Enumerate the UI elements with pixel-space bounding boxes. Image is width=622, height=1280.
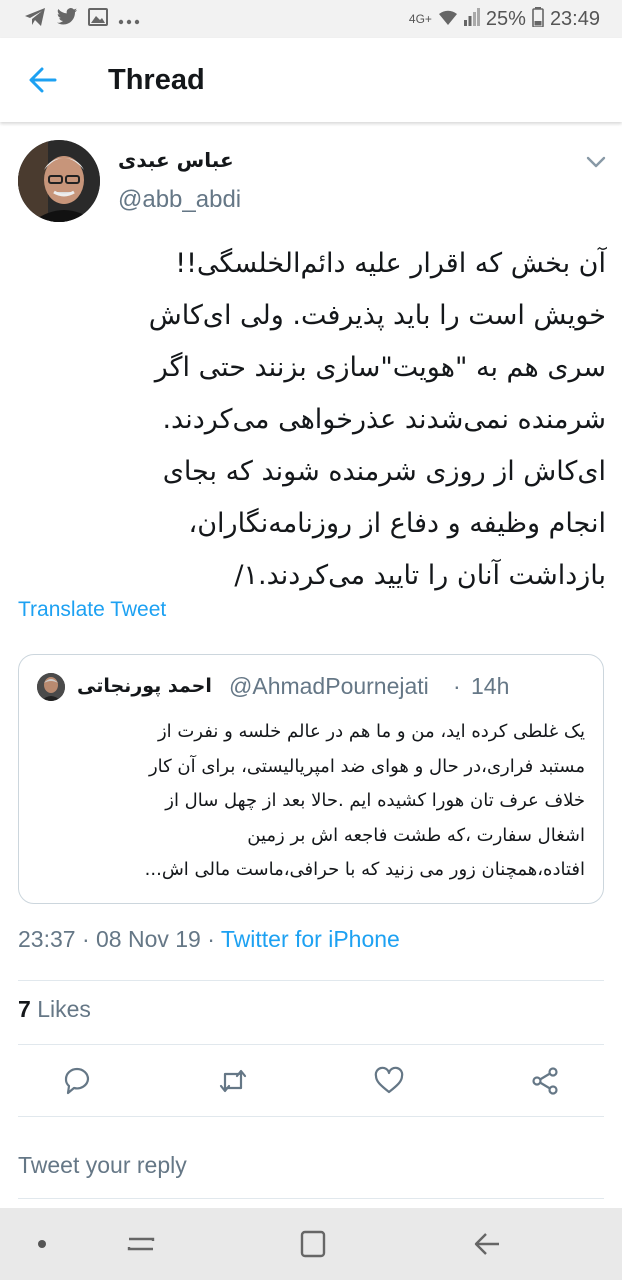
- dot-icon: [38, 1240, 46, 1248]
- translate-tweet-link[interactable]: Translate Tweet: [18, 598, 166, 622]
- author-name[interactable]: عباس عبدی: [118, 148, 238, 172]
- telegram-icon: [24, 7, 46, 31]
- likes-count[interactable]: 7 Likes: [18, 996, 91, 1023]
- tweet-line: انجام وظیفه و دفاع از روزنامه‌نگاران،: [188, 508, 607, 539]
- tweet-meta: 23:37 · 08 Nov 19 · Twitter for iPhone: [18, 926, 400, 953]
- back-nav-icon: [474, 1233, 499, 1255]
- quoted-line: افتاده،همچنان زور می زنید که با حرافی،ما…: [144, 859, 585, 880]
- home-button[interactable]: [298, 1230, 328, 1258]
- divider: [18, 1116, 604, 1117]
- battery-percent: 25%: [485, 7, 526, 30]
- reply-icon: [64, 1067, 90, 1095]
- home-icon: [300, 1230, 326, 1258]
- twitter-icon: [56, 7, 78, 31]
- like-icon: [374, 1066, 404, 1094]
- tweet-line: آن بخش که اقرار علیه دائم‌الخلسگی!!: [175, 248, 606, 279]
- quoted-avatar: [37, 673, 65, 701]
- tweet-menu-button[interactable]: [584, 150, 608, 174]
- likes-number: 7: [18, 996, 31, 1022]
- retweet-icon: [219, 1069, 247, 1093]
- quoted-author-handle: @AhmadPournejati: [229, 673, 429, 699]
- gallery-icon: [88, 7, 108, 31]
- tweet-line: خویش است را باید پذیرفت. ولی ای‌کاش: [148, 300, 606, 331]
- tweet-text: آن بخش که اقرار علیه دائم‌الخلسگی!! خویش…: [18, 238, 606, 602]
- back-arrow-icon: [29, 67, 57, 93]
- reply-underline: [18, 1198, 604, 1199]
- reply-input[interactable]: Tweet your reply: [18, 1152, 187, 1179]
- quoted-tweet[interactable]: احمد پورنجاتی @AhmadPournejati · 14h یک …: [18, 654, 604, 904]
- network-type: 4G+: [408, 12, 432, 26]
- quoted-line: مستبد فراری،در حال و هوای ضد امپریالیستی…: [148, 755, 585, 777]
- page-title: Thread: [108, 63, 205, 96]
- reply-button[interactable]: [60, 1064, 94, 1098]
- more-icon: [118, 10, 140, 29]
- chevron-down-icon: [586, 156, 606, 168]
- author-handle[interactable]: @abb_abdi: [118, 186, 241, 214]
- tweet-timestamp: 23:37 · 08 Nov 19 ·: [18, 926, 221, 952]
- tweet-line: بازداشت آنان را تایید می‌کردند.۱/: [234, 560, 606, 591]
- tweet-line: ای‌کاش از روزی شرمنده شوند که بجای: [162, 456, 606, 487]
- quoted-text: یک غلطی کرده اید، من و ما هم در عالم خلس…: [37, 715, 585, 888]
- divider: [18, 980, 604, 981]
- quoted-author-name: احمد پورنجاتی: [77, 675, 212, 697]
- quoted-separator: ·: [453, 673, 461, 699]
- like-button[interactable]: [372, 1064, 406, 1098]
- share-icon: [532, 1067, 558, 1095]
- divider: [18, 1044, 604, 1045]
- status-bar: 4G+ 25% 23:49: [0, 0, 622, 38]
- tweet-source-link[interactable]: Twitter for iPhone: [221, 926, 400, 952]
- app-header: Thread: [0, 38, 622, 122]
- quoted-time: 14h: [471, 673, 510, 699]
- quoted-line: اشغال سفارت ،که طشت فاجعه اش بر زمین: [247, 824, 585, 846]
- recents-icon: [127, 1237, 155, 1251]
- tweet-actions: [0, 1046, 622, 1116]
- tweet-line: شرمنده نمی‌شدند عذرخواهی می‌کردند.: [162, 404, 606, 435]
- quoted-line: خلاف عرف تان هورا کشیده ایم .حالا بعد از…: [165, 790, 585, 811]
- battery-icon: [532, 7, 544, 31]
- avatar[interactable]: [18, 140, 100, 222]
- system-nav-bar: [0, 1208, 622, 1280]
- back-nav-button[interactable]: [472, 1230, 502, 1258]
- signal-icon: [463, 8, 480, 30]
- tweet-line: سری هم به "هویت"سازی بزنند حتی اگر: [154, 352, 606, 383]
- clock: 23:49: [549, 7, 600, 30]
- back-button[interactable]: [8, 38, 78, 122]
- nav-dot-button[interactable]: [28, 1230, 58, 1258]
- retweet-button[interactable]: [216, 1064, 250, 1098]
- likes-label: Likes: [37, 996, 91, 1022]
- wifi-icon: [438, 8, 458, 30]
- recent-apps-button[interactable]: [126, 1230, 156, 1258]
- quoted-line: یک غلطی کرده اید، من و ما هم در عالم خلس…: [157, 721, 585, 742]
- share-button[interactable]: [528, 1064, 562, 1098]
